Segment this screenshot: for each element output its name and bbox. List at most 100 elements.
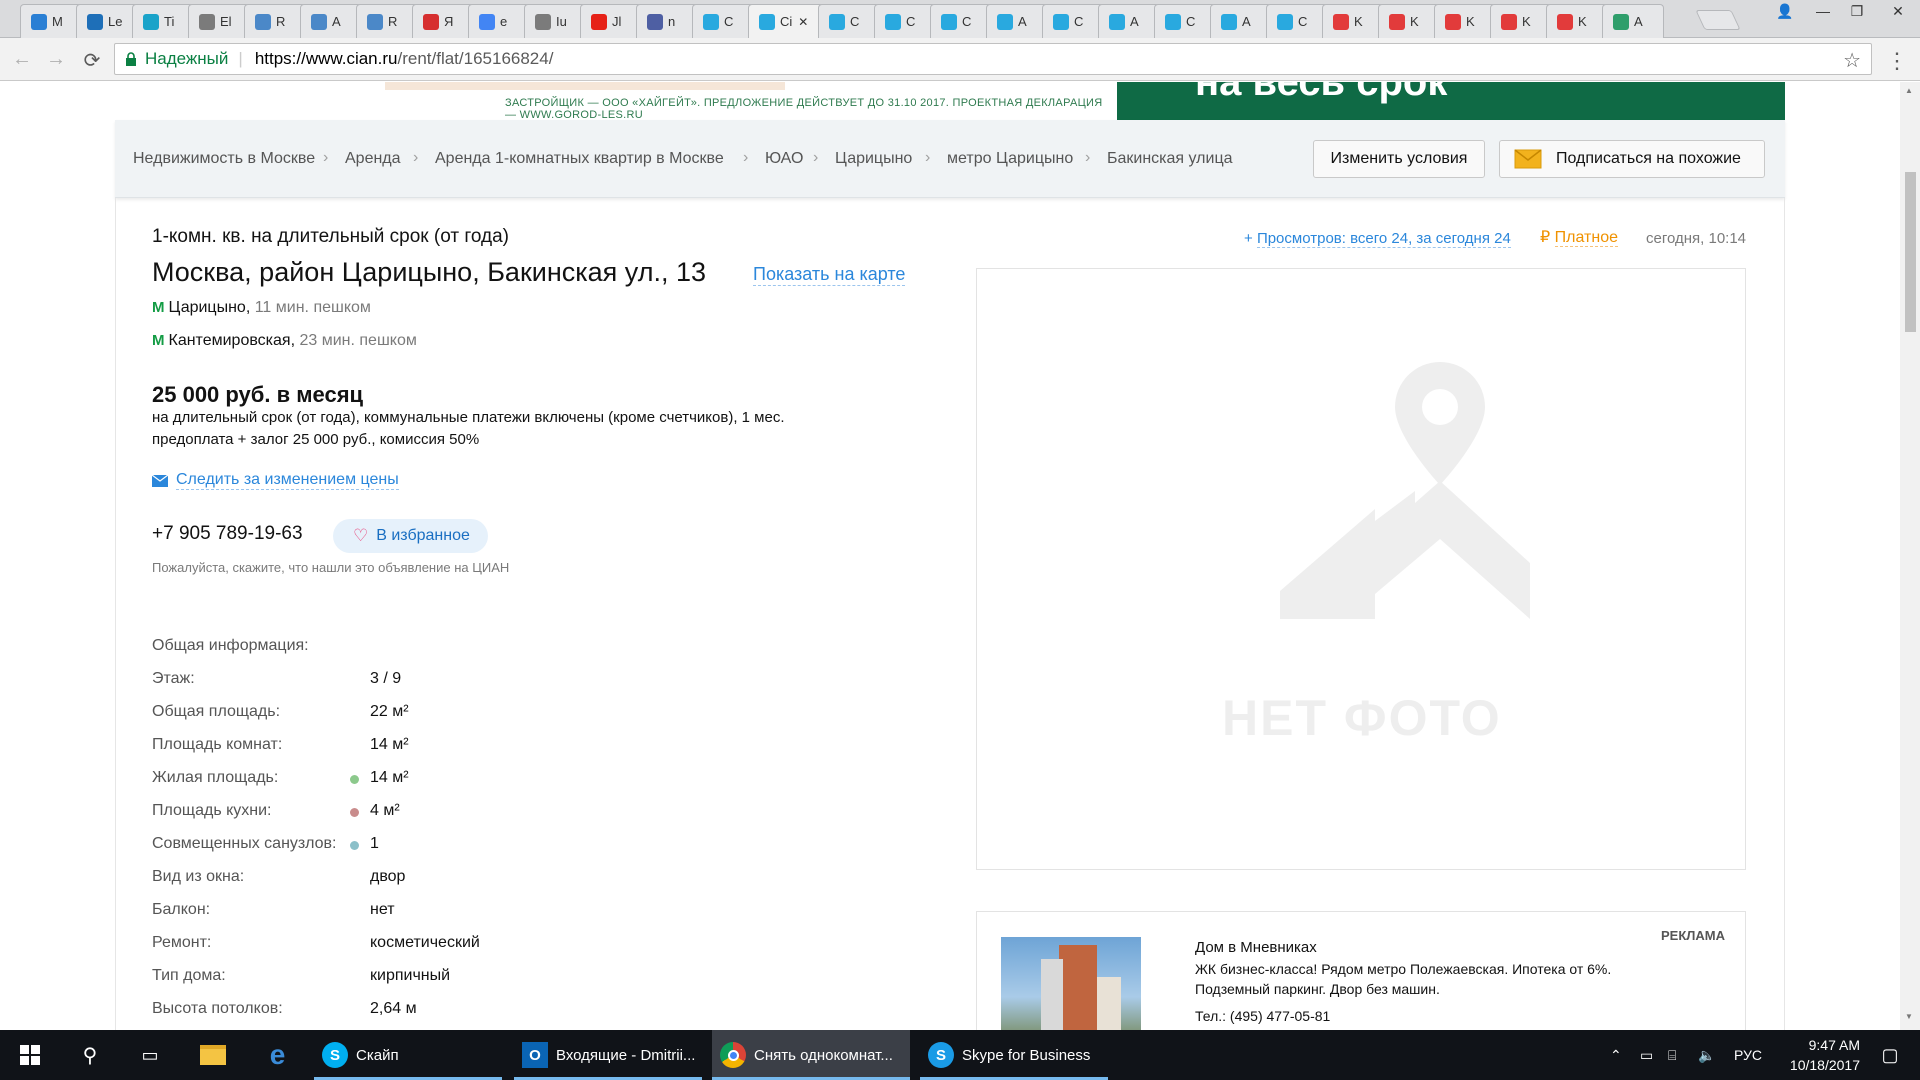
tab-title: A [1634, 14, 1643, 29]
browser-tab[interactable]: El [188, 4, 250, 38]
tab-title: K [1410, 14, 1419, 29]
tab-favicon-icon [647, 13, 663, 30]
subscribe-similar-button[interactable]: Подписаться на похожие [1499, 140, 1765, 178]
browser-tab[interactable]: C [818, 4, 880, 38]
tab-favicon-icon [1501, 13, 1517, 30]
address-bar[interactable]: Надежный | https://www.cian.ru/rent/flat… [114, 43, 1872, 75]
watch-price[interactable]: Следить за изменением цены [152, 471, 399, 490]
bookmark-star-icon[interactable]: ☆ [1843, 48, 1861, 73]
scroll-down-icon[interactable]: ▼ [1905, 1012, 1913, 1021]
breadcrumb-item[interactable]: Недвижимость в Москве [133, 150, 315, 168]
browser-tab[interactable]: K [1490, 4, 1552, 38]
phone-number[interactable]: +7 905 789-19-63 [152, 523, 303, 545]
banner-image-strip [385, 82, 785, 90]
taskbar-outlook[interactable]: O Входящие - Dmitrii... [514, 1030, 702, 1080]
scroll-up-icon[interactable]: ▲ [1905, 86, 1913, 95]
browser-tab[interactable]: R [244, 4, 306, 38]
forward-icon[interactable]: → [44, 48, 68, 71]
browser-tab[interactable]: A [1210, 4, 1272, 38]
breadcrumb-item[interactable]: Бакинская улица [1107, 150, 1233, 168]
browser-tab[interactable]: Ti [132, 4, 194, 38]
ad-title[interactable]: Дом в Мневниках [1195, 939, 1317, 956]
watch-price-link[interactable]: Следить за изменением цены [176, 471, 399, 490]
breadcrumb-item[interactable]: Аренда 1-комнатных квартир в Москве [435, 150, 724, 168]
reload-icon[interactable]: ⟳ [80, 48, 104, 73]
detail-marker-dot [350, 841, 359, 850]
close-window-icon[interactable]: ✕ [1876, 0, 1920, 22]
menu-icon[interactable]: ⋮ [1885, 48, 1909, 74]
new-tab-button[interactable] [1695, 10, 1741, 30]
secure-indicator[interactable]: Надежный [125, 49, 228, 69]
browser-tab[interactable]: A [1098, 4, 1160, 38]
views-counter[interactable]: + Просмотров: всего 24, за сегодня 24 [1244, 230, 1511, 248]
breadcrumb-item[interactable]: ЮАО [765, 150, 803, 168]
breadcrumb-item[interactable]: метро Царицыно [947, 150, 1073, 168]
restore-icon[interactable]: ❐ [1840, 0, 1874, 22]
browser-tab[interactable]: C [1042, 4, 1104, 38]
browser-tab[interactable]: n [636, 4, 698, 38]
tab-favicon-icon [199, 13, 215, 30]
browser-tab[interactable]: C [930, 4, 992, 38]
tab-favicon-icon [1389, 13, 1405, 30]
browser-tab[interactable]: K [1546, 4, 1608, 38]
browser-tab[interactable]: K [1434, 4, 1496, 38]
ad-card[interactable]: РЕКЛАМА Дом в Мневниках ЖК бизнес-класса… [976, 911, 1746, 1030]
show-on-map-link[interactable]: Показать на карте [753, 264, 906, 286]
action-center-icon[interactable]: ▢ [1870, 1030, 1910, 1080]
browser-tab[interactable]: R [356, 4, 418, 38]
scrollbar-thumb[interactable] [1905, 172, 1916, 332]
edge-icon[interactable]: e [250, 1030, 305, 1080]
battery-icon[interactable]: ▭ [1640, 1030, 1653, 1080]
volume-icon[interactable]: 🔈 [1698, 1030, 1715, 1080]
browser-tab[interactable]: Jl [580, 4, 642, 38]
browser-tab-strip: M Le Ti El R A R Яe Iu Jl n C Ci ✕ C C C A C A C A C K K K K K A 👤 —… [0, 0, 1920, 38]
windows-taskbar: ⚲ ▭ e S Скайп O Входящие - Dmitrii... Сн… [0, 1030, 1920, 1080]
minimize-icon[interactable]: — [1806, 0, 1840, 22]
ad-banner-right[interactable]: на весь срок [1117, 82, 1785, 120]
ad-banner-left[interactable]: ЗАСТРОЙЩИК — ООО «ХАЙГЕЙТ». ПРЕДЛОЖЕНИЕ … [115, 82, 1115, 121]
task-view-icon[interactable]: ▭ [120, 1030, 180, 1080]
browser-tab[interactable]: C [1154, 4, 1216, 38]
metro-station[interactable]: Кантемировская, [169, 332, 296, 349]
favorite-button[interactable]: ♡ В избранное [333, 519, 488, 553]
browser-tab[interactable]: Iu [524, 4, 586, 38]
tab-favicon-icon [1165, 13, 1181, 30]
taskbar-skype-business[interactable]: S Skype for Business [920, 1030, 1108, 1080]
profile-icon[interactable]: 👤 [1768, 0, 1802, 22]
browser-tab[interactable]: A [1602, 4, 1664, 38]
input-language[interactable]: РУС [1734, 1030, 1762, 1080]
browser-tab[interactable]: M [20, 4, 82, 38]
clock[interactable]: 9:47 AM 10/18/2017 [1770, 1030, 1860, 1080]
browser-tab[interactable]: Я [412, 4, 474, 38]
listing-address: Москва, район Царицыно, Бакинская ул., 1… [152, 257, 706, 287]
taskbar-chrome[interactable]: Снять однокомнат... [712, 1030, 910, 1080]
search-icon[interactable]: ⚲ [60, 1030, 120, 1080]
browser-tab[interactable]: Ci ✕ [748, 4, 824, 38]
browser-tab[interactable]: Le [76, 4, 138, 38]
outlook-icon: O [522, 1042, 548, 1068]
change-conditions-button[interactable]: Изменить условия [1313, 140, 1485, 178]
network-icon[interactable]: ⌸ [1668, 1030, 1676, 1080]
file-explorer-icon[interactable] [185, 1030, 240, 1080]
tab-close-icon[interactable]: ✕ [798, 15, 808, 29]
back-icon[interactable]: ← [10, 48, 34, 71]
breadcrumb-item[interactable]: Царицыно [835, 150, 912, 168]
browser-tab[interactable]: K [1378, 4, 1440, 38]
page-scrollbar[interactable]: ▲ ▼ [1900, 82, 1920, 1030]
browser-tab[interactable]: C [874, 4, 936, 38]
metro-station[interactable]: Царицыно, [169, 299, 251, 316]
price-terms-line2: предоплата + залог 25 000 руб., комиссия… [152, 431, 480, 448]
browser-tab[interactable]: C [1266, 4, 1328, 38]
breadcrumb-item[interactable]: Аренда [345, 150, 401, 168]
browser-tab[interactable]: A [300, 4, 362, 38]
url-text[interactable]: https://www.cian.ru/rent/flat/165166824/ [255, 49, 554, 69]
browser-tab[interactable]: A [986, 4, 1048, 38]
tray-chevron-icon[interactable]: ⌃ [1610, 1030, 1622, 1080]
browser-tab[interactable]: C [692, 4, 754, 38]
tab-favicon-icon [367, 13, 383, 30]
tab-favicon-icon [885, 13, 901, 30]
browser-tab[interactable]: e [468, 4, 530, 38]
taskbar-skype[interactable]: S Скайп [314, 1030, 502, 1080]
start-button[interactable] [0, 1030, 60, 1080]
browser-tab[interactable]: K [1322, 4, 1384, 38]
